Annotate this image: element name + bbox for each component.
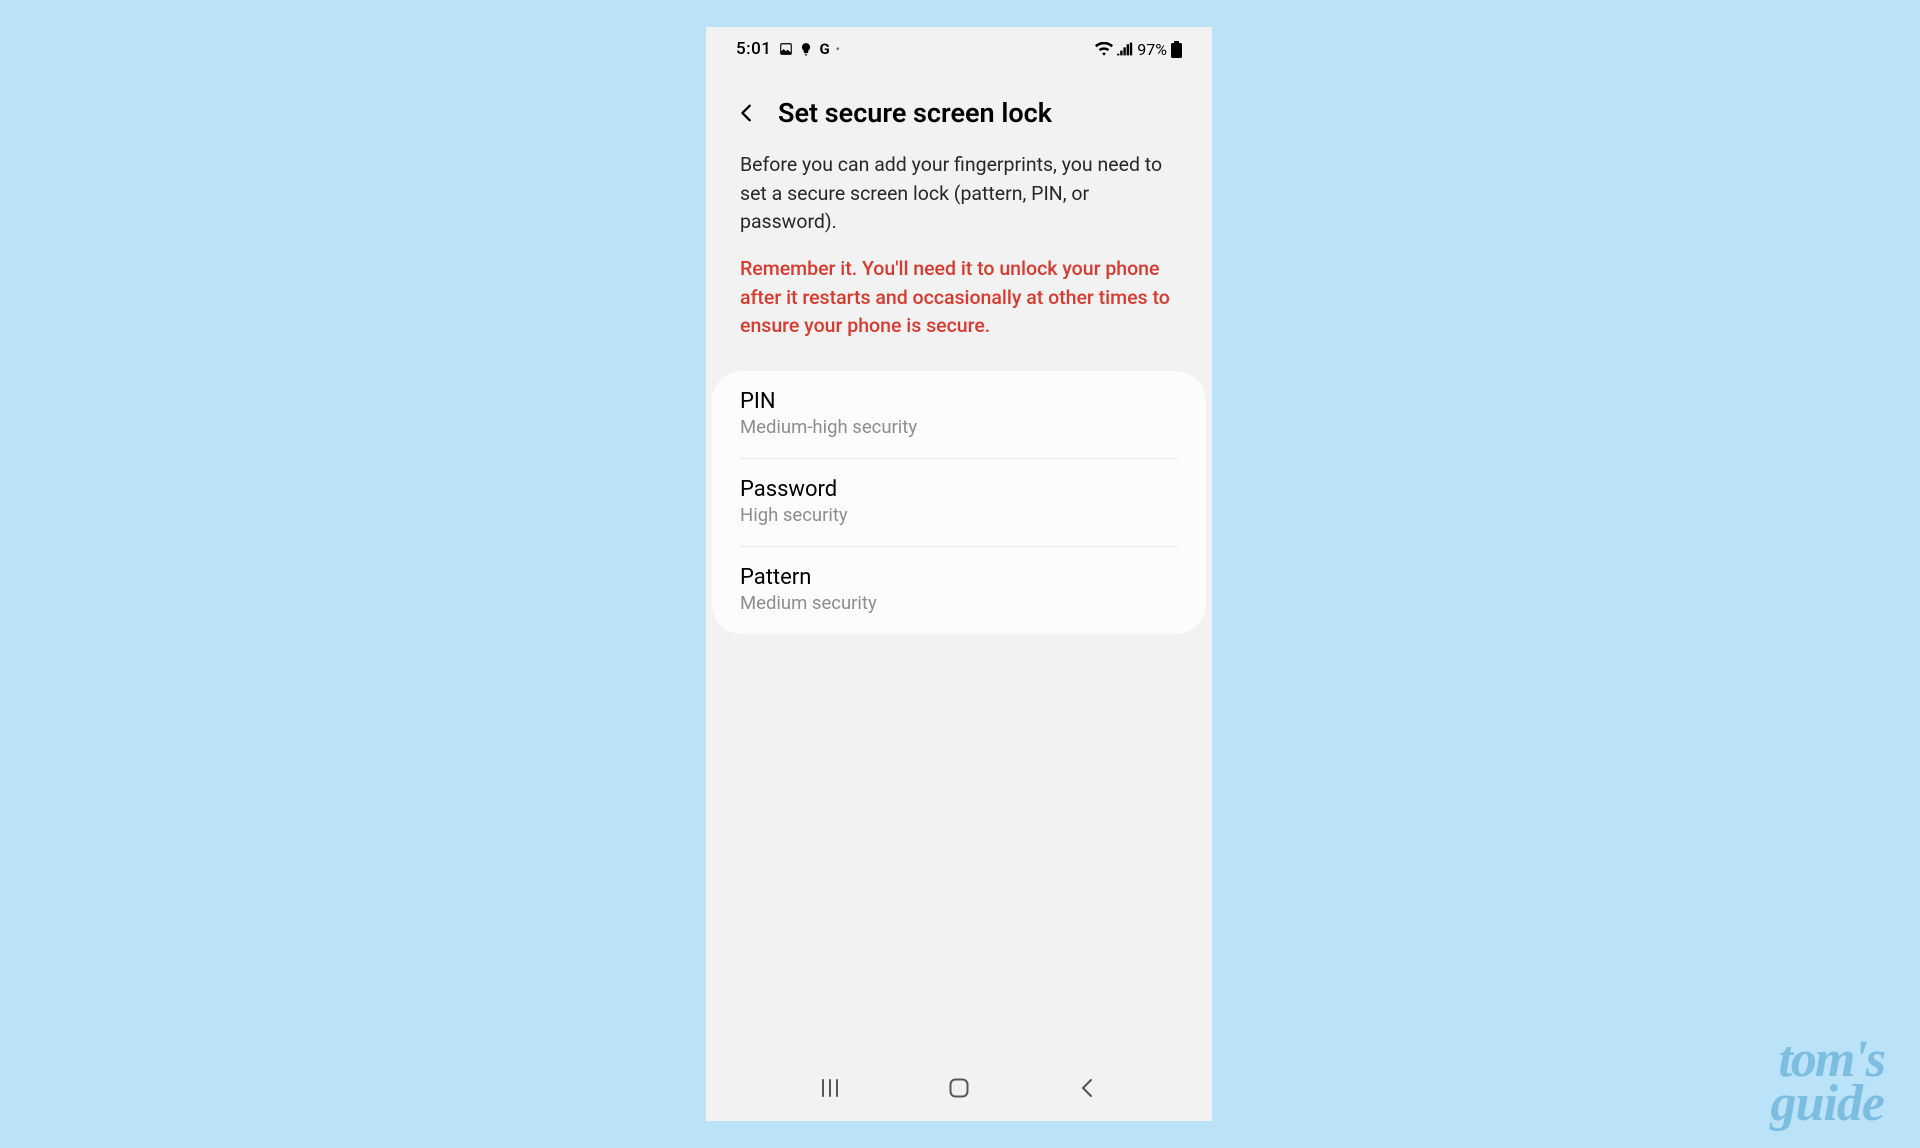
warning-text: Remember it. You'll need it to unlock yo… bbox=[706, 241, 1212, 345]
option-password[interactable]: Password High security bbox=[740, 459, 1178, 547]
app-header: Set secure screen lock bbox=[706, 67, 1212, 137]
phone-screen: 5:01 G • 97% Set secure screen lock Befo… bbox=[706, 27, 1212, 1121]
option-title: PIN bbox=[740, 389, 1178, 414]
option-pattern[interactable]: Pattern Medium security bbox=[740, 547, 1178, 634]
page-title: Set secure screen lock bbox=[778, 97, 1052, 129]
signal-icon bbox=[1117, 42, 1133, 56]
battery-percent: 97% bbox=[1137, 40, 1167, 59]
option-title: Pattern bbox=[740, 565, 1178, 590]
battery-icon bbox=[1171, 41, 1182, 58]
recents-icon bbox=[819, 1077, 841, 1099]
google-icon: G bbox=[819, 40, 829, 58]
lightbulb-icon bbox=[799, 42, 813, 56]
status-left: 5:01 G • bbox=[736, 39, 840, 59]
option-title: Password bbox=[740, 477, 1178, 502]
back-button[interactable] bbox=[736, 102, 758, 124]
nav-recents-button[interactable] bbox=[819, 1077, 841, 1099]
status-right: 97% bbox=[1095, 40, 1182, 59]
option-subtitle: Medium security bbox=[740, 592, 1178, 614]
wifi-icon bbox=[1095, 42, 1113, 56]
watermark-line2: guide bbox=[1771, 1082, 1884, 1126]
option-subtitle: High security bbox=[740, 504, 1178, 526]
option-subtitle: Medium-high security bbox=[740, 416, 1178, 438]
back-icon bbox=[1077, 1077, 1099, 1099]
nav-back-button[interactable] bbox=[1077, 1077, 1099, 1099]
chevron-left-icon bbox=[736, 102, 758, 124]
status-bar: 5:01 G • 97% bbox=[706, 31, 1212, 67]
lock-options-card: PIN Medium-high security Password High s… bbox=[712, 371, 1206, 634]
description-text: Before you can add your fingerprints, yo… bbox=[706, 137, 1212, 241]
status-notification-icons: G • bbox=[779, 40, 839, 58]
image-icon bbox=[779, 42, 793, 56]
status-dot-icon: • bbox=[836, 42, 840, 56]
watermark-logo: tom's guide bbox=[1771, 1038, 1884, 1126]
navigation-bar bbox=[706, 1063, 1212, 1121]
status-clock: 5:01 bbox=[736, 39, 771, 59]
home-icon bbox=[948, 1077, 970, 1099]
option-pin[interactable]: PIN Medium-high security bbox=[740, 371, 1178, 459]
nav-home-button[interactable] bbox=[948, 1077, 970, 1099]
